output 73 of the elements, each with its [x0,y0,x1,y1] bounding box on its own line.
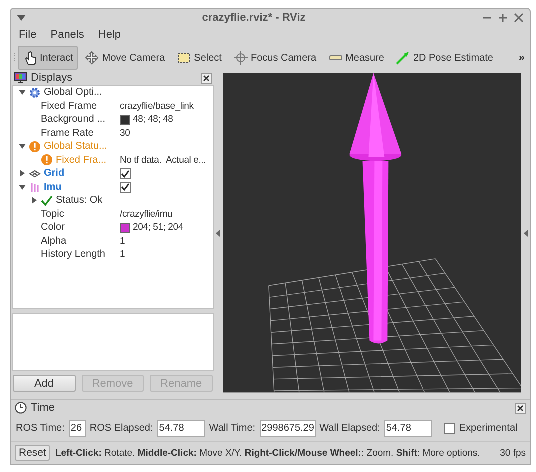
splitter-handle-icon[interactable] [524,230,528,236]
tool-button[interactable]: Move Camera [80,46,170,70]
hand-pointer-icon [23,51,37,65]
field-label: ROS Elapsed: [90,423,154,434]
close-icon[interactable] [200,72,212,84]
3d-view-drawing[interactable] [222,73,522,393]
move-arrows-icon [85,51,100,65]
menu-icon[interactable] [17,14,26,20]
grip-icon[interactable] [13,52,16,64]
time-field[interactable]: 26 [68,420,86,437]
tool-button[interactable]: Interact [18,46,78,70]
property-value[interactable]: /crazyflie/imu [120,208,173,220]
time-field[interactable]: 54.78 [384,420,432,437]
property-value[interactable]: 1 [120,249,126,260]
menu-item[interactable]: File [19,28,37,40]
panel-title: Displays [31,72,74,84]
tool-button[interactable]: 2D Pose Estimate [391,46,498,70]
tree-label[interactable]: Frame Rate [41,128,94,139]
checkbox[interactable] [120,182,131,193]
tree-label[interactable]: Alpha [41,236,67,247]
collapsed-arrow-icon[interactable] [31,197,38,204]
expanded-arrow-icon[interactable] [19,143,26,150]
property-value[interactable]: 1 [120,236,126,247]
crosshair-icon [234,51,248,65]
hint-text: Left-Click: Rotate. Middle-Click: Move X/Y. Right-Click/Mouse Wheel:: Zoom. Shift: More options. [55,448,480,458]
reset-button[interactable]: Reset [15,445,50,461]
tree-label[interactable]: Topic [41,208,64,220]
grid-icon [29,168,41,180]
window-title: crazyflie.rviz* - RViz [201,12,307,24]
expanded-arrow-icon[interactable] [19,89,26,96]
property-value[interactable]: 48; 48; 48 [133,114,174,126]
imu-icon [29,181,41,194]
checkbox[interactable] [444,423,456,434]
monitor-icon [14,72,27,84]
tree-label[interactable]: Fixed Frame [41,100,98,112]
tree-label[interactable]: Color [41,222,65,234]
panel-button[interactable]: Add [13,375,76,392]
tree-label[interactable]: History Length [41,249,106,260]
maximize-icon[interactable] [498,12,508,22]
tool-button[interactable]: Measure [324,46,390,70]
tree-label[interactable]: Status: Ok [56,195,103,206]
tool-button[interactable]: Focus Camera [228,46,322,70]
tree-label[interactable]: Global Opti... [44,87,102,98]
property-value[interactable]: 204; 51; 204 [133,222,184,234]
property-value[interactable]: No tf data. Actual e... [120,154,206,166]
warning-icon [41,154,53,166]
field-label: Wall Time: [209,423,256,434]
tree-label[interactable]: Grid [44,168,65,180]
pose-arrow-icon [396,51,410,65]
property-value[interactable]: crazyflie/base_link [120,100,194,112]
selection-box-icon [177,51,192,65]
tool-button[interactable]: Select [172,46,227,70]
collapsed-arrow-icon[interactable] [19,170,26,178]
checkbox-label: Experimental [459,423,518,434]
overflow-button[interactable]: » [516,52,528,64]
property-value[interactable]: 30 [120,128,130,139]
fps-counter: 30 fps [500,448,526,458]
menu-item[interactable]: Help [98,28,121,40]
splitter-handle-icon[interactable] [216,230,220,236]
tree-label[interactable]: Imu [44,182,62,193]
clock-icon [15,402,27,414]
menu-item[interactable]: Panels [50,28,84,40]
field-label: ROS Time: [16,423,65,434]
tree-label[interactable]: Background ... [41,114,106,126]
warning-icon [29,140,41,153]
close-icon[interactable] [515,402,526,414]
time-field[interactable]: 2998675.29 [260,420,316,437]
checkbox[interactable] [120,168,131,180]
field-label: Wall Elapsed: [320,423,380,434]
panel-title: Time [31,402,56,414]
expanded-arrow-icon[interactable] [19,184,26,191]
check-icon [41,194,53,207]
time-field[interactable]: 54.78 [157,420,206,437]
